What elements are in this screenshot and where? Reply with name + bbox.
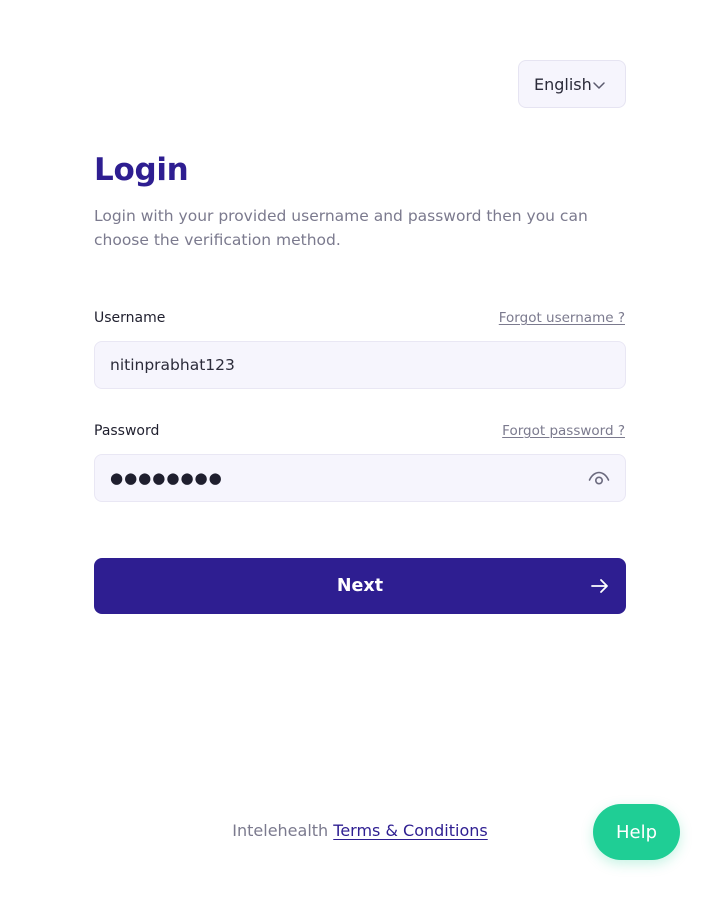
login-page: English Login Login with your provided u… (0, 0, 720, 900)
footer-brand: Intelehealth (232, 821, 334, 840)
chevron-down-icon (593, 82, 605, 89)
terms-link[interactable]: Terms & Conditions (333, 821, 487, 840)
page-title: Login (94, 152, 189, 188)
next-button-label: Next (336, 576, 384, 596)
language-selected-label: English (534, 74, 592, 94)
forgot-username-link[interactable]: Forgot username ? (499, 310, 625, 326)
forgot-password-link[interactable]: Forgot password ? (502, 423, 625, 439)
language-select[interactable]: English (518, 60, 626, 108)
password-label: Password (94, 423, 160, 439)
page-subtitle: Login with your provided username and pa… (94, 207, 588, 249)
help-button[interactable]: Help (593, 804, 680, 860)
eye-icon[interactable] (588, 469, 610, 489)
username-value: nitinprabhat123 (110, 356, 235, 374)
arrow-right-icon (591, 579, 608, 593)
password-masked-value: ●●●●●●●● (110, 469, 223, 487)
next-button[interactable]: Next (94, 558, 626, 614)
help-button-label: Help (615, 821, 658, 843)
username-label: Username (94, 310, 166, 326)
password-field[interactable]: ●●●●●●●● (94, 454, 626, 502)
username-field[interactable]: nitinprabhat123 (94, 341, 626, 389)
